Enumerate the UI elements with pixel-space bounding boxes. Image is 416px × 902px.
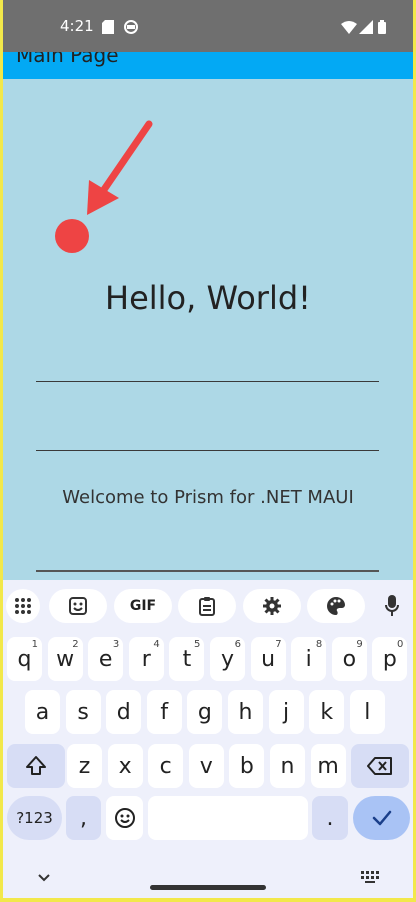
key-number-hint: 2 bbox=[72, 639, 79, 650]
entry-field-2[interactable] bbox=[36, 450, 379, 451]
key-label: p bbox=[382, 646, 397, 672]
key-label: y bbox=[220, 646, 235, 672]
apps-grid-icon[interactable] bbox=[6, 589, 40, 623]
gif-button[interactable]: GIF bbox=[114, 589, 172, 623]
key-k[interactable]: k bbox=[309, 690, 345, 734]
comma-key[interactable]: , bbox=[66, 796, 101, 840]
key-o[interactable]: o9 bbox=[331, 637, 367, 681]
nav-gesture-handle[interactable] bbox=[150, 885, 266, 890]
key-y[interactable]: y6 bbox=[210, 637, 245, 681]
entry-field-3[interactable] bbox=[36, 570, 379, 572]
key-number-hint: 8 bbox=[315, 639, 323, 650]
key-s[interactable]: s bbox=[65, 690, 101, 734]
key-q[interactable]: q1 bbox=[7, 637, 42, 681]
key-number-hint: 9 bbox=[356, 639, 363, 650]
key-z[interactable]: z bbox=[67, 744, 102, 788]
key-v[interactable]: v bbox=[188, 744, 224, 788]
hello-label: Hello, World! bbox=[105, 279, 311, 317]
key-number-hint: 6 bbox=[234, 639, 241, 650]
annotation-arrow bbox=[55, 120, 153, 253]
key-c[interactable]: c bbox=[148, 744, 184, 788]
symbols-key[interactable]: ?123 bbox=[7, 796, 62, 840]
key-number-hint: 5 bbox=[194, 639, 201, 650]
key-label: o bbox=[342, 646, 357, 672]
key-j[interactable]: j bbox=[268, 690, 304, 734]
key-n[interactable]: n bbox=[270, 744, 305, 788]
app-bar: Main Page bbox=[3, 52, 413, 79]
key-m[interactable]: m bbox=[310, 744, 346, 788]
key-i[interactable]: i8 bbox=[291, 637, 327, 681]
status-bar: 4:21 bbox=[3, 0, 413, 52]
key-w[interactable]: w2 bbox=[47, 637, 83, 681]
wifi-icon bbox=[341, 19, 357, 38]
key-label: w bbox=[56, 646, 75, 672]
settings-gear-icon[interactable] bbox=[243, 589, 301, 623]
key-u[interactable]: u7 bbox=[250, 637, 286, 681]
space-key[interactable] bbox=[148, 796, 308, 840]
app-screen: 4:21 Main Page Hello, World! Welcome to … bbox=[3, 0, 413, 900]
key-p[interactable]: p0 bbox=[372, 637, 408, 681]
sticker-icon[interactable] bbox=[49, 589, 107, 623]
key-label: e bbox=[98, 646, 113, 672]
battery-icon bbox=[378, 19, 386, 38]
key-a[interactable]: a bbox=[25, 690, 60, 734]
clipboard-icon[interactable] bbox=[178, 589, 236, 623]
key-b[interactable]: b bbox=[229, 744, 265, 788]
key-t[interactable]: t5 bbox=[169, 637, 205, 681]
microphone-icon[interactable] bbox=[375, 589, 409, 623]
page-title: Main Page bbox=[16, 52, 119, 67]
key-d[interactable]: d bbox=[106, 690, 142, 734]
entry-field-1[interactable] bbox=[36, 381, 379, 382]
key-number-hint: 1 bbox=[31, 639, 38, 650]
key-label: u bbox=[261, 646, 276, 672]
signal-icon bbox=[359, 19, 373, 38]
status-time: 4:21 bbox=[60, 17, 94, 35]
welcome-label: Welcome to Prism for .NET MAUI bbox=[62, 487, 354, 508]
shift-key[interactable] bbox=[7, 744, 65, 788]
key-label: r bbox=[141, 646, 151, 672]
soft-keyboard: GIF q1w2e3r4t5y6u7i8o9p0 asdfghjkl z x c… bbox=[3, 580, 413, 898]
keyboard-toolbar: GIF bbox=[3, 585, 413, 625]
key-number-hint: 0 bbox=[397, 639, 404, 650]
sd-card-icon bbox=[102, 19, 114, 38]
key-e[interactable]: e3 bbox=[88, 637, 124, 681]
palette-icon[interactable] bbox=[307, 589, 365, 623]
emoji-key[interactable] bbox=[106, 796, 143, 840]
key-h[interactable]: h bbox=[228, 690, 263, 734]
key-label: q bbox=[17, 646, 32, 672]
key-l[interactable]: l bbox=[349, 690, 385, 734]
key-label: i bbox=[305, 646, 312, 672]
key-r[interactable]: r4 bbox=[128, 637, 164, 681]
backspace-key[interactable] bbox=[351, 744, 409, 788]
enter-key[interactable] bbox=[353, 796, 410, 840]
key-x[interactable]: x bbox=[107, 744, 143, 788]
keyboard-switch-icon[interactable] bbox=[361, 868, 379, 887]
key-f[interactable]: f bbox=[146, 690, 182, 734]
period-key[interactable]: . bbox=[312, 796, 348, 840]
key-number-hint: 7 bbox=[275, 639, 282, 650]
key-label: t bbox=[182, 646, 192, 672]
hide-keyboard-chevron-icon[interactable] bbox=[37, 868, 51, 887]
key-g[interactable]: g bbox=[187, 690, 223, 734]
key-number-hint: 4 bbox=[153, 639, 160, 650]
key-number-hint: 3 bbox=[112, 639, 120, 650]
sync-icon bbox=[124, 19, 138, 38]
